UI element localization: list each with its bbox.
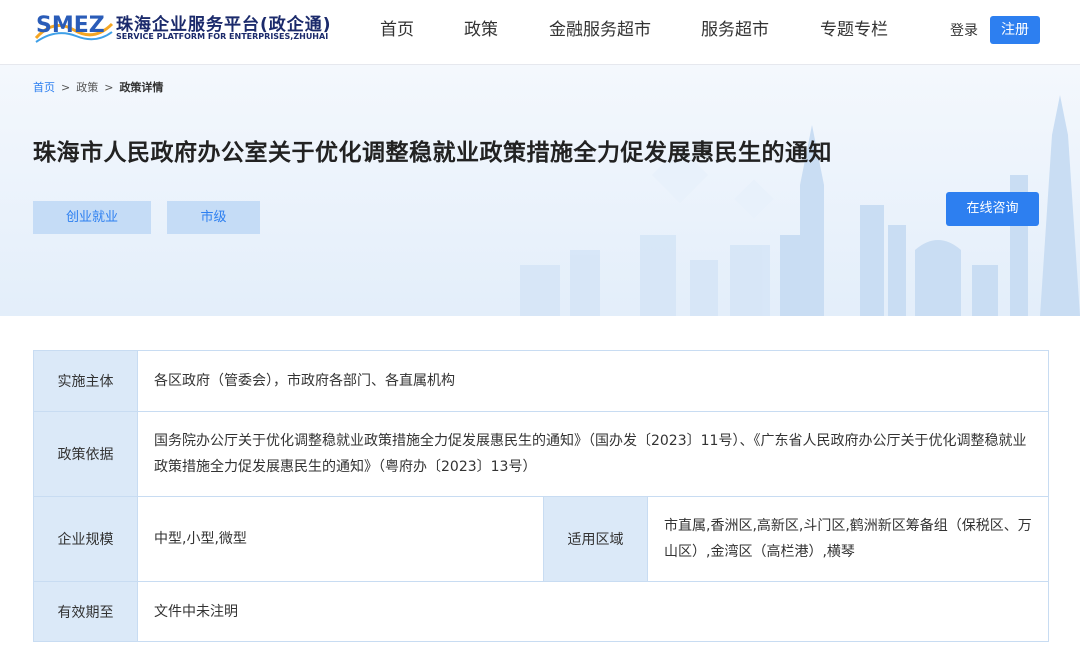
tag-city-level: 市级	[167, 201, 260, 234]
login-link[interactable]: 登录	[950, 20, 978, 40]
implementer-value: 各区政府（管委会），市政府各部门、各直属机构	[137, 350, 1049, 412]
scale-value: 中型,小型,微型	[137, 496, 544, 582]
implementer-label: 实施主体	[33, 350, 138, 412]
online-consult-button[interactable]: 在线咨询	[946, 192, 1039, 226]
register-button[interactable]: 注册	[990, 16, 1040, 44]
breadcrumb-policy[interactable]: 政策	[76, 81, 98, 94]
table-row: 企业规模 中型,小型,微型 适用区域 市直属,香洲区,高新区,斗门区,鹤洲新区筹…	[33, 496, 1049, 582]
validity-label: 有效期至	[33, 581, 138, 642]
scale-label: 企业规模	[33, 496, 138, 582]
logo-english-name: SERVICE PLATFORM FOR ENTERPRISES,ZHUHAI	[116, 32, 329, 41]
policy-title: 珠海市人民政府办公室关于优化调整稳就业政策措施全力促发展惠民生的通知	[33, 140, 832, 166]
breadcrumb-home[interactable]: 首页	[33, 81, 55, 94]
breadcrumb-current: 政策详情	[119, 81, 164, 94]
logo-text: SMEZ	[36, 13, 105, 38]
nav-special-topics[interactable]: 专题专栏	[820, 0, 888, 64]
nav-service-market[interactable]: 服务超市	[701, 0, 769, 64]
table-row: 实施主体 各区政府（管委会），市政府各部门、各直属机构	[33, 350, 1049, 412]
top-header: SMEZ 珠海企业服务平台(政企通) SERVICE PLATFORM FOR …	[0, 0, 1080, 65]
breadcrumb-separator: >	[61, 81, 71, 94]
breadcrumb: 首页 > 政策 > 政策详情	[33, 79, 163, 95]
nav-home[interactable]: 首页	[380, 0, 414, 64]
city-skyline-illustration	[520, 95, 1080, 316]
nav-finance-market[interactable]: 金融服务超市	[549, 0, 651, 64]
site-logo[interactable]: SMEZ 珠海企业服务平台(政企通) SERVICE PLATFORM FOR …	[34, 8, 344, 54]
region-value: 市直属,香洲区,高新区,斗门区,鹤洲新区筹备组（保税区、万山区）,金湾区（高栏港…	[647, 496, 1049, 582]
breadcrumb-separator: >	[104, 81, 114, 94]
validity-value: 文件中未注明	[137, 581, 1049, 642]
tag-entrepreneurship: 创业就业	[33, 201, 151, 234]
table-row: 有效期至 文件中未注明	[33, 581, 1049, 642]
policy-detail-table: 实施主体 各区政府（管委会），市政府各部门、各直属机构 政策依据 国务院办公厅关…	[33, 350, 1049, 642]
nav-policy[interactable]: 政策	[464, 0, 498, 64]
table-row: 政策依据 国务院办公厅关于优化调整稳就业政策措施全力促发展惠民生的通知》（国办发…	[33, 411, 1049, 497]
basis-label: 政策依据	[33, 411, 138, 497]
region-label: 适用区域	[543, 496, 648, 582]
basis-value: 国务院办公厅关于优化调整稳就业政策措施全力促发展惠民生的通知》（国办发〔2023…	[137, 411, 1049, 497]
policy-banner: 首页 > 政策 > 政策详情 珠海市人民政府办公室关于优化调整稳就业政策措施全力促发展惠…	[0, 65, 1080, 316]
smez-logo-icon: SMEZ	[34, 13, 114, 43]
